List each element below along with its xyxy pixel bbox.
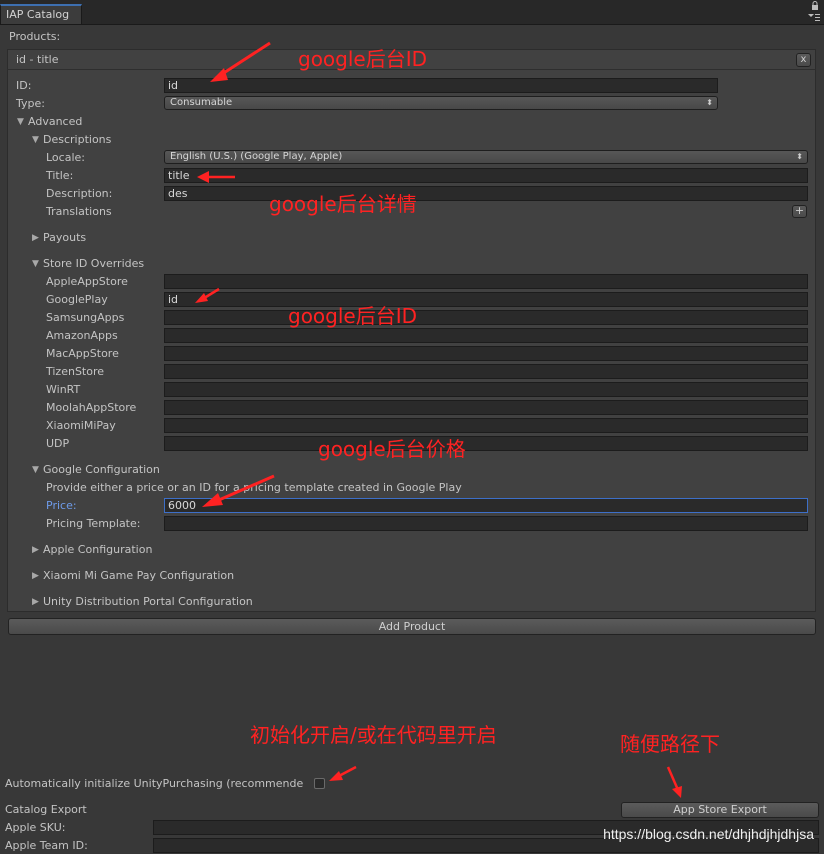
type-dropdown-value: Consumable [170,97,233,108]
descriptions-foldout-label[interactable]: Descriptions [43,133,111,147]
store-id-field[interactable] [164,400,808,415]
remove-product-button[interactable]: x [796,53,811,67]
store-overrides-foldout-label[interactable]: Store ID Overrides [43,257,144,271]
store-name-label: UDP [46,437,70,450]
locale-label: Locale: [46,151,85,164]
store-name-label: AppleAppStore [46,275,128,288]
menu-icon[interactable] [808,12,820,22]
dropdown-arrows-icon: ⬍ [796,152,803,161]
annotation-price-note: google后台价格 [318,437,466,461]
products-label: Products: [9,30,61,43]
annotation-store-id-note: google后台ID [288,304,418,328]
arrow-icon [195,287,220,303]
store-name-label: MacAppStore [46,347,119,360]
type-dropdown[interactable]: Consumable ⬍ [164,96,718,110]
udp-config-foldout-label[interactable]: Unity Distribution Portal Configuration [43,595,253,609]
apple-team-id-label: Apple Team ID: [5,839,88,852]
store-id-field[interactable] [164,382,808,397]
arrow-icon [329,765,357,781]
store-name-label: XiaomiMiPay [46,419,116,432]
id-label: ID: [16,79,32,92]
store-name-label: SamsungApps [46,311,125,324]
store-name-label: MoolahAppStore [46,401,137,414]
store-name-label: WinRT [46,383,81,396]
auto-init-label: Automatically initialize UnityPurchasing… [5,777,304,790]
auto-init-checkbox[interactable] [314,778,325,789]
apple-sku-label: Apple SKU: [5,821,66,834]
store-id-field[interactable] [164,364,808,379]
price-label: Price: [46,499,77,512]
arrow-icon [197,171,235,183]
translations-label: Translations [46,205,112,218]
arrow-icon [666,766,682,798]
lock-icon[interactable] [810,1,820,11]
store-id-field[interactable] [164,328,808,343]
store-name-label: GooglePlay [46,293,108,306]
apple-config-foldout-icon[interactable]: ▶ [32,545,42,555]
catalog-export-label: Catalog Export [5,803,87,816]
locale-dropdown-value: English (U.S.) (Google Play, Apple) [170,151,343,162]
locale-dropdown[interactable]: English (U.S.) (Google Play, Apple) ⬍ [164,150,808,164]
arrow-icon [202,474,275,507]
type-label: Type: [16,97,45,110]
tab-iap-catalog[interactable]: IAP Catalog [0,4,82,24]
payouts-foldout-icon[interactable]: ▶ [32,233,42,243]
add-translation-button[interactable]: + [792,205,807,218]
store-id-field[interactable]: id [164,292,808,307]
app-store-export-button[interactable]: App Store Export [621,802,819,818]
pricing-template-field[interactable] [164,516,808,531]
xiaomi-config-foldout-icon[interactable]: ▶ [32,571,42,581]
store-id-field[interactable] [164,436,808,451]
watermark: https://blog.csdn.net/dhjhdjhjdhjsa [603,826,814,842]
store-name-label: AmazonApps [46,329,118,342]
store-id-field[interactable] [164,274,808,289]
store-id-field[interactable] [164,310,808,325]
store-id-field[interactable] [164,418,808,433]
advanced-foldout-label[interactable]: Advanced [28,115,82,129]
annotation-export-note: 随便路径下 [620,732,720,756]
description-field[interactable]: des [164,186,808,201]
payouts-foldout-label[interactable]: Payouts [43,231,86,245]
apple-config-foldout-label[interactable]: Apple Configuration [43,543,152,557]
annotation-detail-note: google后台详情 [269,192,417,216]
store-overrides-foldout-icon[interactable]: ▼ [32,259,42,269]
arrow-icon [210,41,271,82]
descriptions-foldout-icon[interactable]: ▼ [32,135,42,145]
google-config-foldout-icon[interactable]: ▼ [32,465,42,475]
dropdown-arrows-icon: ⬍ [706,98,713,107]
product-header-title: id - title [16,53,59,66]
udp-config-foldout-icon[interactable]: ▶ [32,597,42,607]
annotation-init-note: 初始化开启/或在代码里开启 [250,723,497,747]
title-field[interactable]: title [164,168,808,183]
title-label: Title: [46,169,74,182]
store-id-field[interactable] [164,346,808,361]
description-label: Description: [46,187,113,200]
annotation-id-note: google后台ID [298,47,428,71]
google-config-foldout-label[interactable]: Google Configuration [43,463,160,477]
pricing-template-label: Pricing Template: [46,517,141,530]
xiaomi-config-foldout-label[interactable]: Xiaomi Mi Game Pay Configuration [43,569,234,583]
advanced-foldout-icon[interactable]: ▼ [17,117,27,127]
store-name-label: TizenStore [46,365,105,378]
add-product-button[interactable]: Add Product [8,618,816,635]
tab-bar [0,0,824,25]
